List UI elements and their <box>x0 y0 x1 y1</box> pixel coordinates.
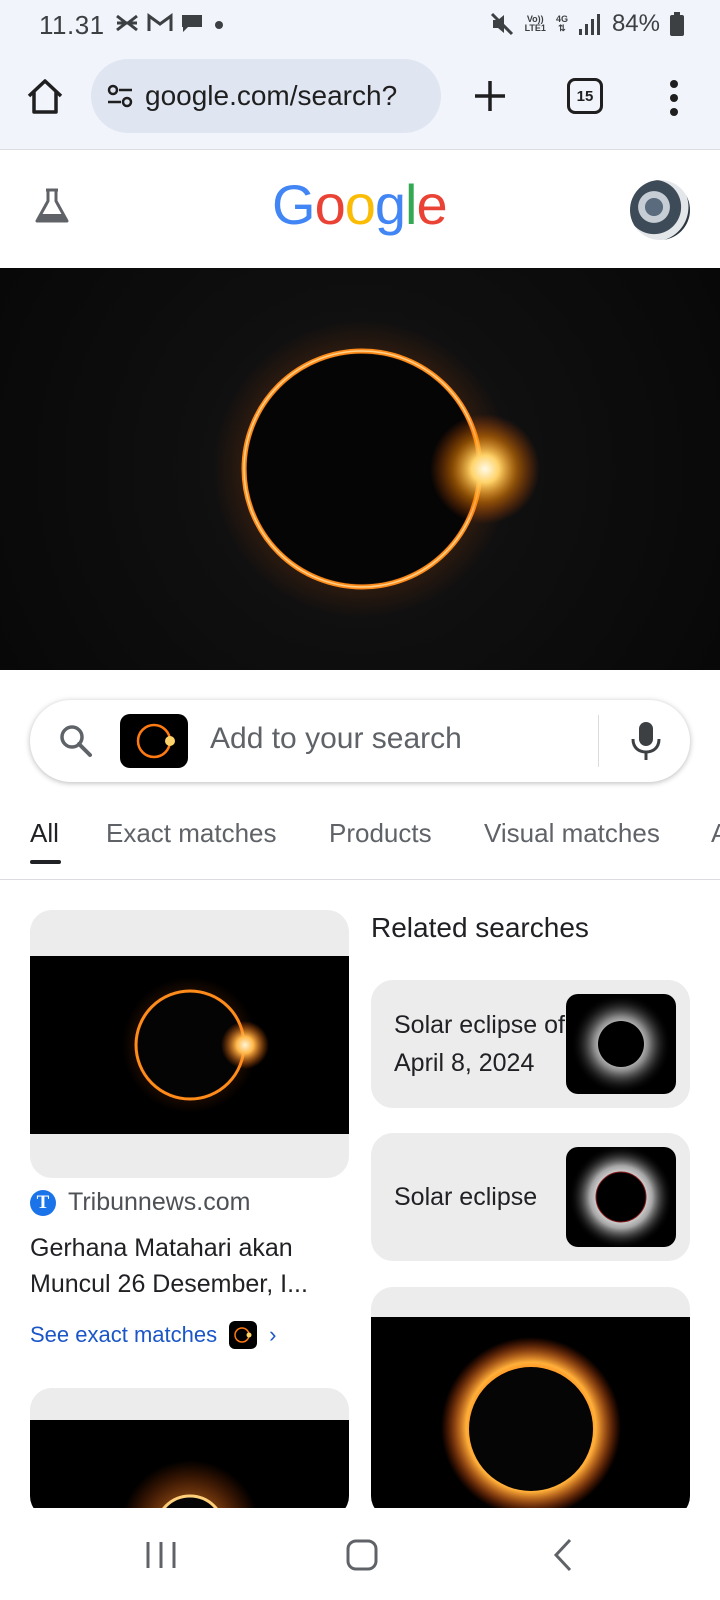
search-icon[interactable] <box>58 723 94 759</box>
tab-count: 15 <box>576 87 594 105</box>
more-menu-icon[interactable] <box>664 78 684 118</box>
browser-toolbar: google.com/search? 15 <box>0 52 720 150</box>
result-tabs: All Exact matches Products Visual matche… <box>0 800 720 880</box>
chat-icon <box>182 15 202 32</box>
home-icon[interactable] <box>24 76 66 118</box>
logo-letter: G <box>272 173 316 236</box>
query-image[interactable] <box>0 268 720 670</box>
avatar[interactable] <box>630 180 690 240</box>
search-placeholder[interactable]: Add to your search <box>210 722 462 756</box>
gmail-icon <box>147 13 173 31</box>
tab-all[interactable]: All <box>30 818 59 849</box>
status-bar: 11.31 Vo)) LTE1 4G ⇅ 84% <box>0 0 720 52</box>
source-name: Tribunnews.com <box>68 1188 251 1216</box>
recent-apps-icon[interactable] <box>136 1530 186 1580</box>
dot-icon <box>215 21 223 29</box>
exact-match-thumbnail <box>229 1321 258 1349</box>
add-to-search-bar[interactable]: Add to your search <box>30 700 690 782</box>
lte-label: LTE1 <box>524 23 546 33</box>
related-searches-heading: Related searches <box>371 912 589 943</box>
google-header: Google <box>0 150 720 268</box>
eclipse-ring-image <box>212 319 540 619</box>
result-title-line: Muncul 26 Desember, I... <box>30 1270 308 1298</box>
related-search-item[interactable]: Solar eclipse of April 8, 2024 <box>371 980 690 1108</box>
related-search-item[interactable]: Solar eclipse <box>371 1133 690 1261</box>
see-exact-matches-label: See exact matches <box>30 1322 218 1347</box>
signal-icon <box>578 14 600 35</box>
home-nav-icon[interactable] <box>337 1530 387 1580</box>
related-search-line: Solar eclipse of <box>394 1011 565 1039</box>
address-bar[interactable]: google.com/search? <box>91 59 441 133</box>
related-image-card[interactable] <box>371 1287 690 1518</box>
volte-indicator: Vo)) LTE1 <box>525 15 546 33</box>
eclipse-mini-icon <box>234 1327 252 1343</box>
system-icons: Vo)) LTE1 4G ⇅ 84% <box>489 10 684 38</box>
tab-products[interactable]: Products <box>329 818 432 849</box>
related-search-label: Solar eclipse of April 8, 2024 <box>394 1006 565 1082</box>
related-search-thumbnail <box>566 994 676 1094</box>
active-tab-indicator <box>30 860 61 864</box>
tab-switcher-button[interactable]: 15 <box>567 78 603 114</box>
labs-flask-icon[interactable] <box>32 186 72 226</box>
related-search-line: April 8, 2024 <box>394 1049 535 1077</box>
tab-exact-matches[interactable]: Exact matches <box>106 818 277 849</box>
data-arrows-icon: ⇅ <box>558 23 566 33</box>
related-search-line: Solar eclipse <box>394 1183 538 1211</box>
related-search-label: Solar eclipse <box>394 1178 537 1216</box>
logo-letter: o <box>344 173 376 236</box>
status-time: 11.31 <box>39 10 105 40</box>
related-image <box>371 1317 690 1518</box>
result-source[interactable]: T Tribunnews.com <box>30 1188 250 1217</box>
url-text: google.com/search? <box>145 80 398 111</box>
tab-visual-matches[interactable]: Visual matches <box>484 818 660 849</box>
see-exact-matches-link[interactable]: See exact matches › <box>30 1321 276 1349</box>
eclipse-result-image <box>122 977 269 1113</box>
notification-icons <box>114 12 228 34</box>
eclipse-orange-image <box>441 1337 621 1517</box>
system-nav-bar <box>0 1508 720 1600</box>
eclipse-corona-image <box>571 994 671 1094</box>
eclipse-corona-image <box>569 1147 673 1247</box>
tribunnews-favicon-icon: T <box>30 1189 56 1216</box>
battery-icon <box>670 12 684 36</box>
tab-about[interactable]: A <box>711 818 720 849</box>
result-image-card[interactable] <box>30 910 349 1178</box>
logo-letter: g <box>374 173 406 236</box>
new-tab-icon[interactable] <box>470 76 510 116</box>
search-image-chip[interactable] <box>120 714 188 768</box>
chevron-right-icon: › <box>269 1322 277 1347</box>
data-indicator: 4G ⇅ <box>556 15 568 33</box>
site-settings-icon[interactable] <box>105 81 135 111</box>
battery-percent: 84% <box>611 10 660 37</box>
related-search-thumbnail <box>566 1147 676 1247</box>
result-title-line: Gerhana Matahari akan <box>30 1234 293 1262</box>
eclipse-result-image <box>121 1460 259 1518</box>
capcut-icon <box>116 14 138 32</box>
result-image <box>30 956 349 1134</box>
logo-letter: e <box>416 173 447 236</box>
logo-letter: l <box>405 173 417 236</box>
result-image <box>30 1420 349 1518</box>
eclipse-thumbnail-icon <box>136 723 175 759</box>
search-divider <box>598 715 599 767</box>
back-icon[interactable] <box>539 1530 589 1580</box>
mute-icon <box>490 12 513 36</box>
google-logo[interactable]: Google <box>272 172 448 237</box>
logo-letter: o <box>314 173 346 236</box>
result-title[interactable]: Gerhana Matahari akan Muncul 26 Desember… <box>30 1230 350 1302</box>
result-image-card[interactable] <box>30 1388 349 1518</box>
microphone-icon[interactable] <box>626 720 666 762</box>
